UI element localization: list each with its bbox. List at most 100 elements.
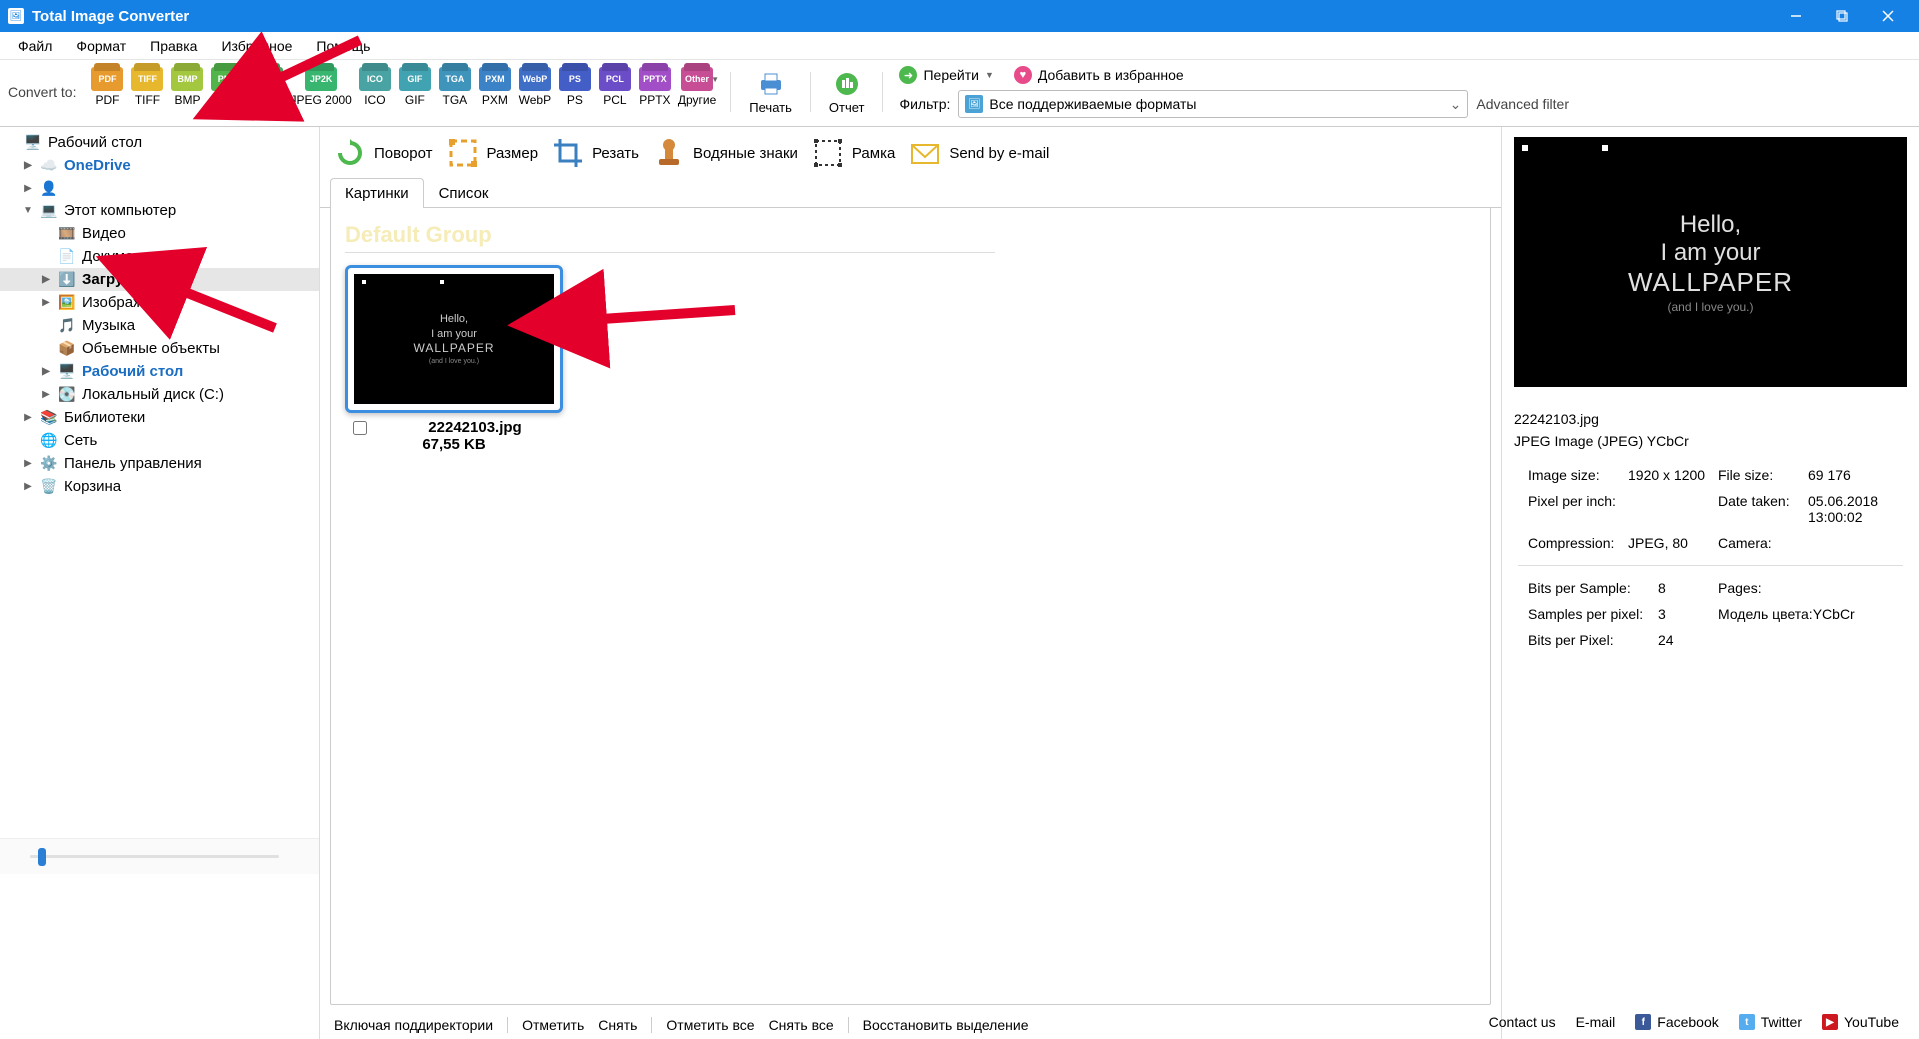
tree-item-label: Документы [82, 248, 159, 265]
menu-favorites[interactable]: Избранное [209, 34, 304, 58]
file-icon: ICO [359, 67, 391, 91]
minimize-button[interactable] [1773, 0, 1819, 32]
expand-arrow-icon[interactable]: ▶ [22, 458, 34, 469]
format-gif-button[interactable]: GIFGIF [396, 67, 434, 118]
crop-button[interactable]: Резать [552, 137, 639, 169]
tree-item[interactable]: ▶☁️OneDrive [0, 154, 319, 177]
check-all-link[interactable]: Отметить все [666, 1017, 754, 1033]
expand-arrow-icon[interactable]: ▼ [22, 205, 34, 216]
format-ico-button[interactable]: ICOICO [356, 67, 394, 118]
thumbnail-card[interactable]: Hello, I am your WALLPAPER (and I love y… [345, 265, 563, 453]
uncheck-all-link[interactable]: Снять все [769, 1017, 834, 1033]
format-png-button[interactable]: PNGPNG [208, 67, 246, 118]
tree-item-label: Панель управления [64, 455, 202, 472]
file-icon: PS [559, 67, 591, 91]
format-bmp-button[interactable]: BMPBMP [168, 67, 206, 118]
file-icon: Other [681, 67, 713, 91]
go-button[interactable]: ➜ Перейти▼ [899, 66, 993, 84]
format-jpeg2000-button[interactable]: JP2KJPEG 2000 [288, 67, 353, 118]
format-tga-button[interactable]: TGATGA [436, 67, 474, 118]
format-pxm-button[interactable]: PXMPXM [476, 67, 514, 118]
tree-item[interactable]: 🎵Музыка [0, 314, 319, 337]
tree-item[interactable]: ▶🖼️Изображения [0, 291, 319, 314]
tree-item-label: Загрузки [82, 271, 147, 288]
format-pcl-button[interactable]: PCLPCL [596, 67, 634, 118]
contact-link[interactable]: Contact us [1489, 1014, 1556, 1030]
tree-item[interactable]: 🌐Сеть [0, 429, 319, 452]
expand-arrow-icon[interactable]: ▶ [40, 274, 52, 285]
tree-item[interactable]: ▶📚Библиотеки [0, 406, 319, 429]
menu-edit[interactable]: Правка [138, 34, 209, 58]
file-icon: PCL [599, 67, 631, 91]
format-pdf-button[interactable]: PDFPDF [88, 67, 126, 118]
tab-pictures[interactable]: Картинки [330, 178, 424, 208]
expand-arrow-icon[interactable]: ▶ [22, 183, 34, 194]
tab-list[interactable]: Список [424, 178, 504, 208]
add-favorite-button[interactable]: ♥ Добавить в избранное [1014, 66, 1184, 84]
folder-icon: 🗑️ [40, 479, 58, 495]
facebook-link[interactable]: fFacebook [1635, 1014, 1718, 1030]
progress-bar[interactable] [0, 838, 319, 874]
tree-item[interactable]: ▶👤 [0, 177, 319, 199]
expand-arrow-icon[interactable]: ▶ [40, 297, 52, 308]
tree-item[interactable]: ▶🖥️Рабочий стол [0, 360, 319, 383]
file-icon: PPTX [639, 67, 671, 91]
tree-item[interactable]: ▼💻Этот компьютер [0, 199, 319, 222]
selection-ops: Включая поддиректории Отметить Снять Отм… [320, 1011, 1501, 1039]
folder-icon: 🎵 [58, 318, 76, 334]
print-button[interactable]: Печать [743, 70, 798, 115]
email-link[interactable]: E-mail [1576, 1014, 1616, 1030]
restore-selection-link[interactable]: Восстановить выделение [863, 1017, 1029, 1033]
folder-icon: 💻 [40, 203, 58, 219]
tree-item[interactable]: 🎞️Видео [0, 222, 319, 245]
watermark-button[interactable]: Водяные знаки [653, 137, 798, 169]
youtube-link[interactable]: ▶YouTube [1822, 1014, 1899, 1030]
thumbnail-checkbox[interactable] [353, 421, 367, 435]
filter-label: Фильтр: [899, 96, 950, 112]
format-ps-button[interactable]: PSPS [556, 67, 594, 118]
tree-item[interactable]: 🖥️Рабочий стол [0, 131, 319, 154]
menu-help[interactable]: Помощь [304, 34, 382, 58]
include-subdirs-link[interactable]: Включая поддиректории [334, 1017, 493, 1033]
stamp-icon [653, 137, 685, 169]
close-button[interactable] [1865, 0, 1911, 32]
tree-item[interactable]: ▶🗑️Корзина [0, 475, 319, 498]
expand-arrow-icon[interactable]: ▶ [22, 481, 34, 492]
preview-image: Hello, I am your WALLPAPER (and I love y… [1514, 137, 1907, 387]
expand-arrow-icon[interactable]: ▶ [40, 389, 52, 400]
menu-file[interactable]: Файл [6, 34, 64, 58]
filter-select[interactable]: 🖼 Все поддерживаемые форматы ⌄ [958, 90, 1468, 118]
menubar: Файл Формат Правка Избранное Помощь [0, 32, 1919, 60]
resize-button[interactable]: Размер [447, 137, 539, 169]
tree-item-label: OneDrive [64, 157, 131, 174]
format-tiff-button[interactable]: TIFFTIFF [128, 67, 166, 118]
menu-format[interactable]: Формат [64, 34, 138, 58]
folder-icon: 🖥️ [24, 135, 42, 151]
rotate-button[interactable]: Поворот [334, 137, 433, 169]
tree-item-label: Локальный диск (C:) [82, 386, 224, 403]
preview-filetype: JPEG Image (JPEG) YCbCr [1514, 433, 1907, 449]
tree-item[interactable]: 📦Объемные объекты [0, 337, 319, 360]
email-button[interactable]: Send by e-mail [909, 137, 1049, 169]
chevron-down-icon: ⌄ [1450, 96, 1462, 113]
tree-item[interactable]: ▶⬇️Загрузки [0, 268, 319, 291]
folder-icon: 🖼️ [58, 295, 76, 311]
frame-button[interactable]: Рамка [812, 137, 895, 169]
tree-item[interactable]: 📄Документы [0, 245, 319, 268]
file-icon: GIF [399, 67, 431, 91]
format-webp-button[interactable]: WebPWebP [516, 67, 554, 118]
advanced-filter-link[interactable]: Advanced filter [1476, 96, 1569, 112]
uncheck-link[interactable]: Снять [598, 1017, 637, 1033]
tree-item[interactable]: ▶⚙️Панель управления [0, 452, 319, 475]
check-link[interactable]: Отметить [522, 1017, 584, 1033]
format-другие-button[interactable]: OtherДругие▼ [676, 67, 718, 118]
format-pptx-button[interactable]: PPTXPPTX [636, 67, 674, 118]
tree-item[interactable]: ▶💽Локальный диск (C:) [0, 383, 319, 406]
expand-arrow-icon[interactable]: ▶ [40, 366, 52, 377]
maximize-button[interactable] [1819, 0, 1865, 32]
expand-arrow-icon[interactable]: ▶ [22, 160, 34, 171]
twitter-link[interactable]: tTwitter [1739, 1014, 1802, 1030]
report-button[interactable]: Отчет [823, 70, 871, 115]
expand-arrow-icon[interactable]: ▶ [22, 412, 34, 423]
format-jpeg-button[interactable]: JPEGJPEG [248, 67, 286, 118]
